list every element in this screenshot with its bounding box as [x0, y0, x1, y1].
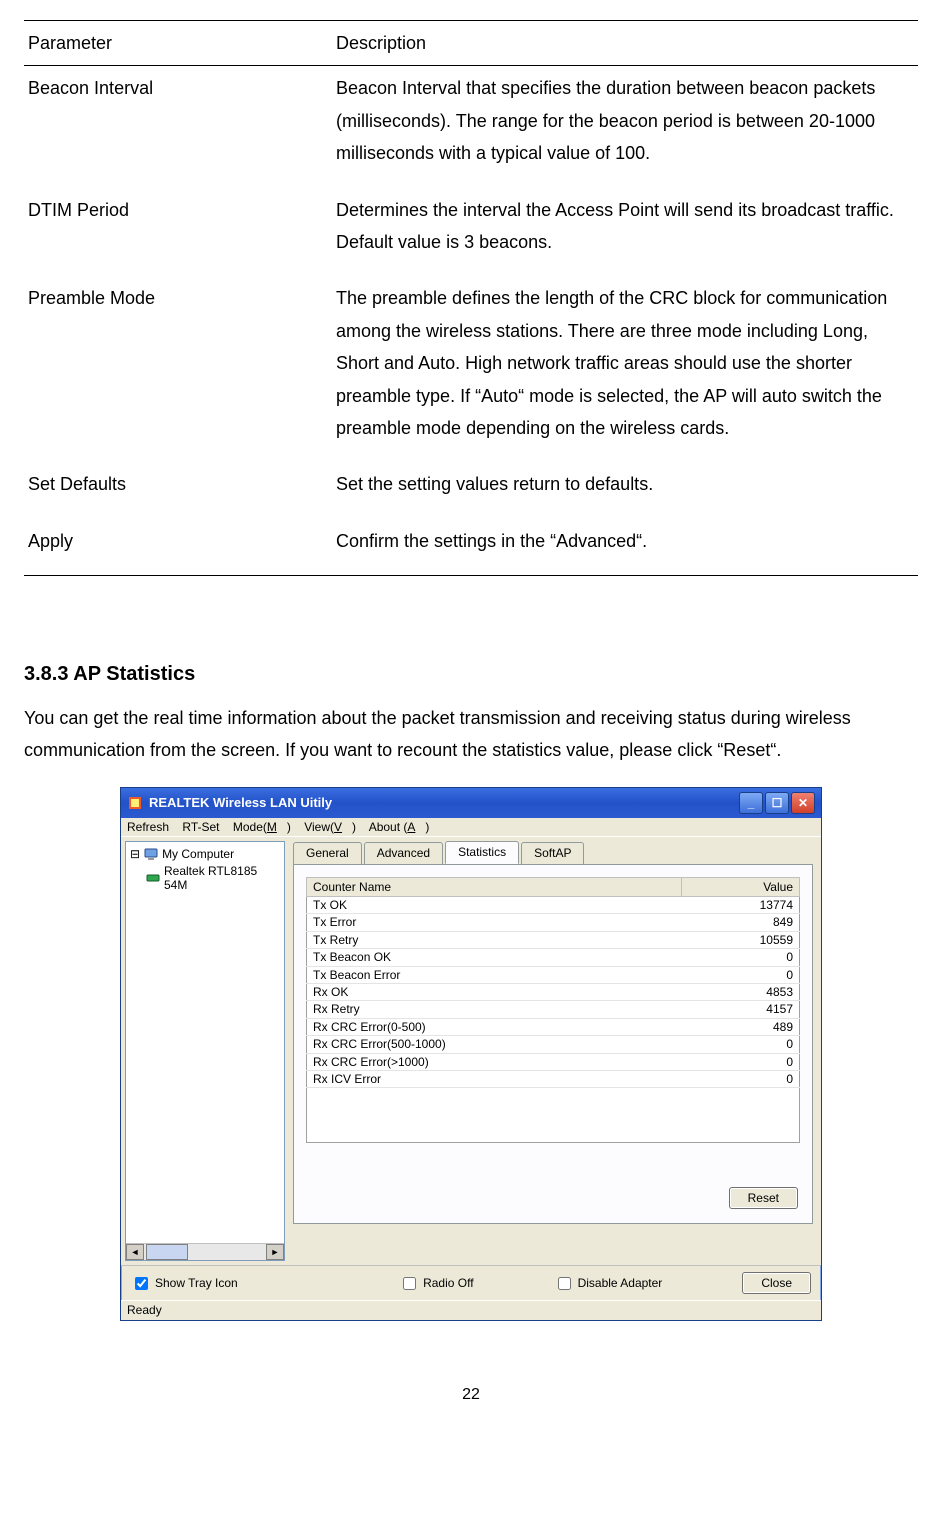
stats-counter-value: 0: [681, 949, 799, 966]
menu-rtset[interactable]: RT-Set: [182, 820, 219, 834]
radio-off-label: Radio Off: [423, 1276, 473, 1290]
stats-row[interactable]: Tx Retry10559: [307, 931, 800, 948]
stats-counter-name: Rx OK: [307, 983, 682, 1000]
menu-about[interactable]: About (A): [369, 820, 430, 834]
stats-counter-value: 0: [681, 1036, 799, 1053]
stats-row[interactable]: Rx CRC Error(500-1000)0: [307, 1036, 800, 1053]
tab-softap[interactable]: SoftAP: [521, 842, 584, 864]
stats-counter-name: Rx CRC Error(500-1000): [307, 1036, 682, 1053]
menu-mode[interactable]: Mode(M): [233, 820, 291, 834]
radio-off-input[interactable]: [403, 1277, 416, 1290]
table-row: Set Defaults Set the setting values retu…: [24, 462, 918, 518]
stats-row[interactable]: Tx OK13774: [307, 897, 800, 914]
minimize-button[interactable]: _: [739, 792, 763, 814]
section-body: You can get the real time information ab…: [24, 702, 918, 767]
disable-adapter-checkbox[interactable]: Disable Adapter: [554, 1274, 663, 1293]
stats-row[interactable]: Rx ICV Error0: [307, 1070, 800, 1087]
stats-row[interactable]: Rx OK4853: [307, 983, 800, 1000]
stats-row[interactable]: Rx CRC Error(0-500)489: [307, 1018, 800, 1035]
menubar: Refresh RT-Set Mode(M) View(V) About (A): [121, 818, 821, 837]
param-name: Beacon Interval: [24, 66, 332, 188]
section-heading: 3.8.3 AP Statistics: [24, 656, 918, 692]
scroll-left-icon[interactable]: ◄: [126, 1244, 144, 1260]
titlebar: REALTEK Wireless LAN Uitily _ ☐ ✕: [121, 788, 821, 818]
parameter-table: Parameter Description Beacon Interval Be…: [24, 20, 918, 576]
tab-statistics[interactable]: Statistics: [445, 841, 519, 863]
param-desc: Determines the interval the Access Point…: [332, 188, 918, 277]
maximize-button[interactable]: ☐: [765, 792, 789, 814]
menu-refresh[interactable]: Refresh: [127, 820, 169, 834]
table-row: DTIM Period Determines the interval the …: [24, 188, 918, 277]
table-row: Preamble Mode The preamble defines the l…: [24, 276, 918, 462]
show-tray-checkbox[interactable]: Show Tray Icon: [131, 1274, 238, 1293]
show-tray-input[interactable]: [135, 1277, 148, 1290]
reset-button[interactable]: Reset: [729, 1187, 798, 1209]
disable-adapter-label: Disable Adapter: [578, 1276, 663, 1290]
adapter-icon: [146, 871, 160, 885]
statistics-table: Counter Name Value Tx OK13774Tx Error849…: [306, 877, 800, 1144]
tab-advanced[interactable]: Advanced: [364, 842, 443, 864]
param-desc: The preamble defines the length of the C…: [332, 276, 918, 462]
tree-root-label[interactable]: My Computer: [162, 847, 234, 861]
stats-counter-value: 4157: [681, 1001, 799, 1018]
param-desc: Confirm the settings in the “Advanced“.: [332, 519, 918, 576]
stats-counter-value: 13774: [681, 897, 799, 914]
stats-row[interactable]: Tx Beacon Error0: [307, 966, 800, 983]
stats-counter-name: Tx Retry: [307, 931, 682, 948]
disable-adapter-input[interactable]: [558, 1277, 571, 1290]
scroll-thumb[interactable]: [146, 1244, 188, 1260]
stats-counter-value: 849: [681, 914, 799, 931]
table-row: Apply Confirm the settings in the “Advan…: [24, 519, 918, 576]
tab-panel-statistics: Counter Name Value Tx OK13774Tx Error849…: [293, 864, 813, 1224]
stats-counter-name: Tx Error: [307, 914, 682, 931]
sidebar-scrollbar[interactable]: ◄ ►: [126, 1243, 284, 1260]
bottom-bar: Show Tray Icon Radio Off Disable Adapter…: [121, 1265, 821, 1300]
stats-row[interactable]: Rx Retry4157: [307, 1001, 800, 1018]
menu-view[interactable]: View(V): [304, 820, 356, 834]
param-name: Apply: [24, 519, 332, 576]
stats-header-value[interactable]: Value: [681, 877, 799, 896]
stats-counter-name: Rx ICV Error: [307, 1070, 682, 1087]
stats-counter-name: Rx Retry: [307, 1001, 682, 1018]
computer-icon: [144, 847, 158, 861]
param-desc: Beacon Interval that specifies the durat…: [332, 66, 918, 188]
table-row: Beacon Interval Beacon Interval that spe…: [24, 66, 918, 188]
close-button[interactable]: Close: [742, 1272, 811, 1294]
tree-node-label[interactable]: Realtek RTL8185 54M: [164, 864, 280, 893]
tree-collapse-icon[interactable]: ⊟: [130, 847, 140, 861]
header-description: Description: [332, 21, 918, 66]
app-icon: [127, 795, 143, 811]
window-title: REALTEK Wireless LAN Uitily: [149, 795, 332, 811]
stats-counter-value: 4853: [681, 983, 799, 1000]
app-window: REALTEK Wireless LAN Uitily _ ☐ ✕ Refres…: [120, 787, 822, 1321]
stats-counter-value: 0: [681, 1053, 799, 1070]
tab-general[interactable]: General: [293, 842, 362, 864]
statusbar: Ready: [121, 1300, 821, 1319]
show-tray-label: Show Tray Icon: [155, 1276, 238, 1290]
stats-header-name[interactable]: Counter Name: [307, 877, 682, 896]
stats-row[interactable]: Rx CRC Error(>1000)0: [307, 1053, 800, 1070]
stats-counter-value: 0: [681, 966, 799, 983]
scroll-right-icon[interactable]: ►: [266, 1244, 284, 1260]
close-window-button[interactable]: ✕: [791, 792, 815, 814]
sidebar-tree[interactable]: ⊟ My Computer Realtek RTL8185 54M ◄ ►: [125, 841, 285, 1261]
radio-off-checkbox[interactable]: Radio Off: [399, 1274, 473, 1293]
stats-counter-value: 489: [681, 1018, 799, 1035]
param-name: Set Defaults: [24, 462, 332, 518]
tab-bar: General Advanced Statistics SoftAP: [293, 841, 813, 864]
stats-row[interactable]: Tx Beacon OK0: [307, 949, 800, 966]
stats-counter-value: 0: [681, 1070, 799, 1087]
param-name: DTIM Period: [24, 188, 332, 277]
stats-row[interactable]: Tx Error849: [307, 914, 800, 931]
param-name: Preamble Mode: [24, 276, 332, 462]
stats-counter-name: Rx CRC Error(0-500): [307, 1018, 682, 1035]
stats-counter-value: 10559: [681, 931, 799, 948]
stats-counter-name: Tx OK: [307, 897, 682, 914]
header-parameter: Parameter: [24, 21, 332, 66]
stats-counter-name: Tx Beacon OK: [307, 949, 682, 966]
stats-counter-name: Tx Beacon Error: [307, 966, 682, 983]
param-desc: Set the setting values return to default…: [332, 462, 918, 518]
page-number: 22: [24, 1381, 918, 1410]
stats-counter-name: Rx CRC Error(>1000): [307, 1053, 682, 1070]
